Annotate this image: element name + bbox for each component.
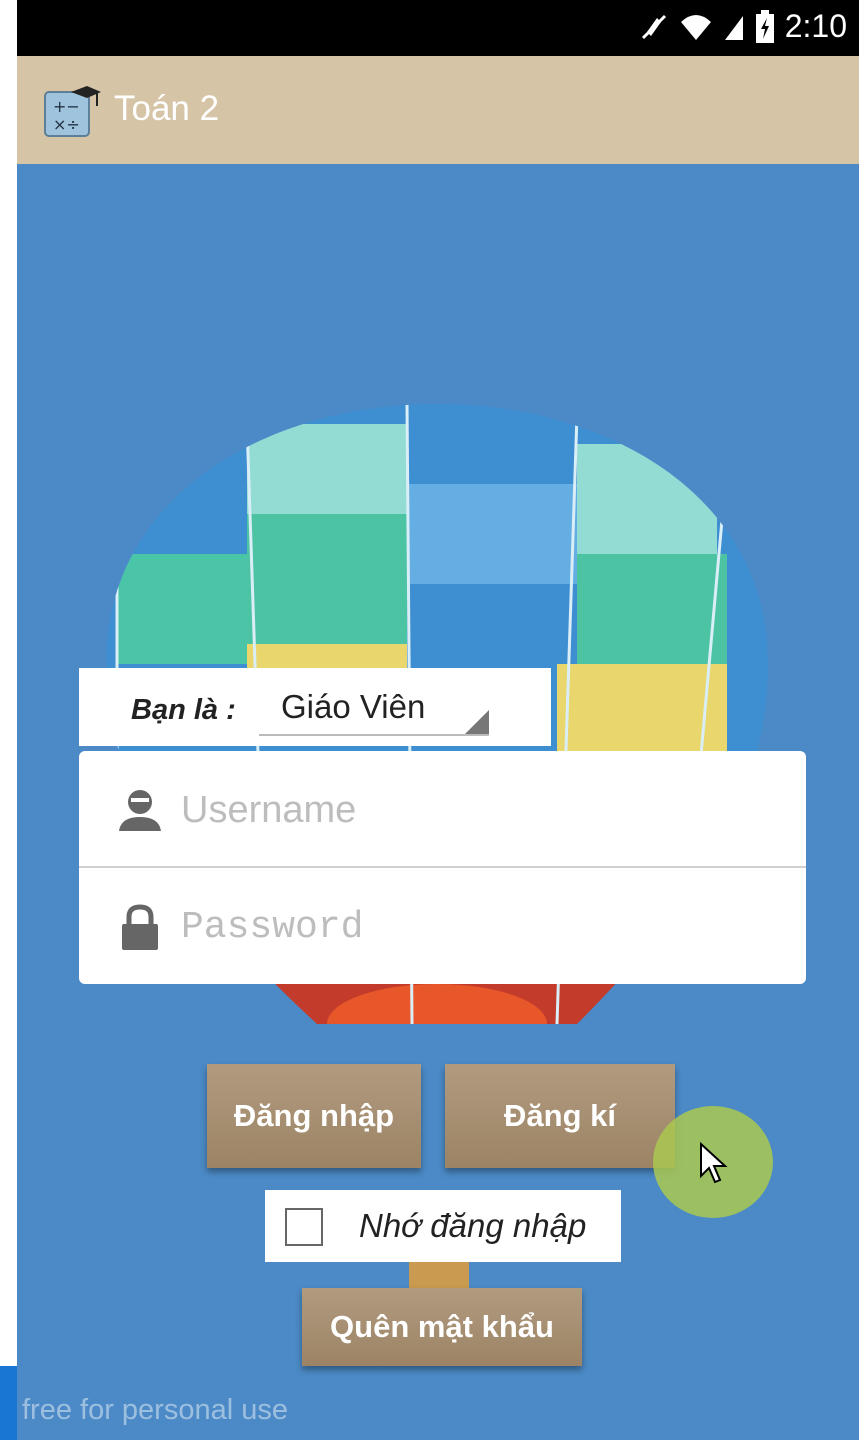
remember-label: Nhớ đăng nhập [359,1207,587,1244]
username-row [79,751,806,868]
login-card [79,751,806,984]
muted-icon [641,14,666,39]
wifi-icon [680,14,711,40]
left-strip [0,0,17,1440]
lock-icon [122,904,158,950]
status-icons: 2:10 [639,8,847,45]
signal-icon [724,15,743,40]
login-button[interactable]: Đăng nhập [207,1064,421,1168]
password-row [79,868,806,983]
register-button[interactable]: Đăng kí [445,1064,675,1168]
forgot-password-button[interactable]: Quên mật khẩu [302,1288,582,1366]
dropdown-arrow-icon [465,710,489,734]
svg-text:×÷: ×÷ [53,115,80,134]
status-bar: 2:10 [17,0,859,56]
role-selector-panel: Bạn là : Giáo Viên [79,668,551,746]
mouse-pointer-icon [700,1142,728,1184]
login-screen: Bạn là : Giáo Viên Đăng nhập Đăng kí Nhớ… [17,164,859,1440]
user-icon [119,790,161,831]
calculator-graduation-icon: +− ×÷ [44,86,101,137]
remember-me-panel: Nhớ đăng nhập [265,1190,621,1262]
watermark: free for personal use [22,1394,288,1426]
role-label: Bạn là : [131,694,236,726]
svg-text:+−: +− [53,97,80,116]
action-bar: +− ×÷ Toán 2 [17,56,859,164]
left-accent [0,1366,17,1440]
password-input[interactable] [179,896,783,958]
status-time: 2:10 [784,8,847,44]
role-dropdown[interactable]: Giáo Viên [259,678,489,736]
username-input[interactable] [179,779,783,841]
role-selected-value: Giáo Viên [281,688,426,725]
battery-charging-icon [755,9,774,43]
app-title: Toán 2 [114,89,220,128]
remember-checkbox[interactable] [285,1208,323,1246]
